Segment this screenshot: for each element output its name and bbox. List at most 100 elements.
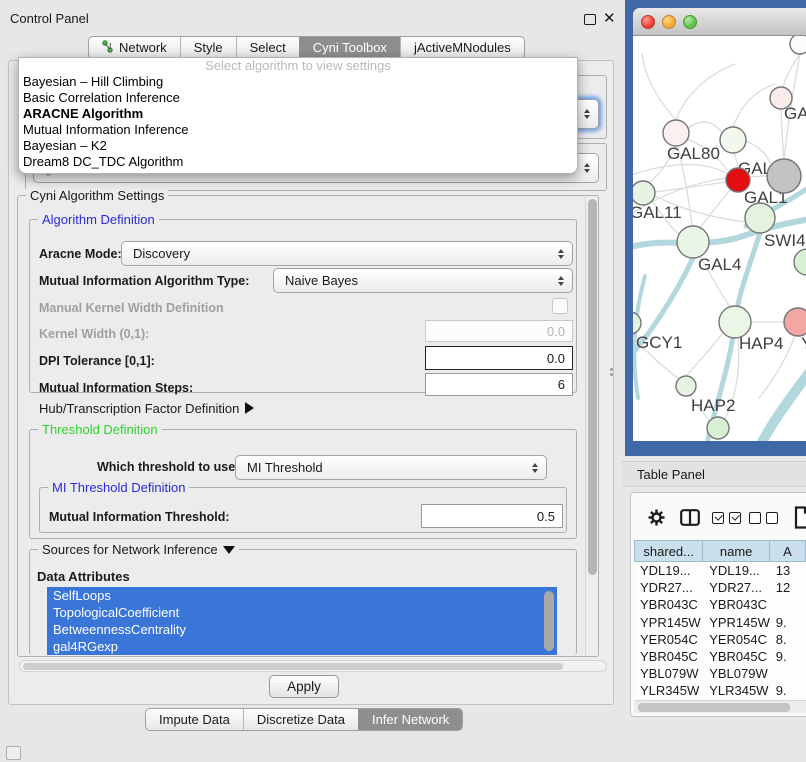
algorithm-option[interactable]: Mutual Information Inference (19, 122, 577, 138)
settings-horizontal-scrollbar-thumb[interactable] (23, 663, 563, 670)
panel-title: Control Panel (10, 11, 89, 26)
tab-style[interactable]: Style (180, 37, 236, 58)
network-node-label: GCY1 (636, 333, 682, 352)
tab-network[interactable]: Network (89, 37, 180, 58)
aracne-mode-value: Discovery (133, 246, 190, 261)
column-header-name[interactable]: name (703, 540, 770, 562)
network-edge[interactable] (676, 64, 735, 120)
table-row[interactable]: YDR27...YDR27...12 (634, 579, 806, 596)
table-cell: 9. (770, 615, 806, 630)
minimize-traffic-light-icon[interactable] (662, 15, 676, 29)
algorithm-dropdown-popup: Select algorithm to view settings Bayesi… (18, 57, 578, 174)
network-node[interactable] (790, 36, 806, 54)
mi-threshold-field[interactable]: 0.5 (421, 504, 563, 528)
settings-horizontal-scrollbar[interactable] (19, 660, 607, 672)
kernel-width-field[interactable]: 0.0 (425, 320, 573, 342)
network-node[interactable] (794, 249, 806, 275)
close-traffic-light-icon[interactable] (641, 15, 655, 29)
document-icon[interactable] (794, 506, 806, 534)
zoom-traffic-light-icon[interactable] (683, 15, 697, 29)
table-cell: YBR045C (634, 649, 703, 664)
sources-group-title[interactable]: Sources for Network Inference (38, 542, 239, 557)
table-horizontal-scrollbar[interactable] (634, 700, 806, 713)
gear-icon[interactable] (647, 508, 666, 532)
kernel-width-label: Kernel Width (0,1): (39, 327, 149, 341)
table-cell: YLR345W (703, 683, 770, 698)
hide-selected-checkboxes-icon[interactable] (749, 512, 778, 524)
float-window-icon[interactable] (584, 14, 596, 25)
table-row[interactable]: YDL19...YDL19...13 (634, 562, 806, 579)
network-edge[interactable] (688, 122, 722, 133)
splitter-grip[interactable] (609, 366, 614, 377)
hub-definition-expander[interactable]: Hub/Transcription Factor Definition (39, 401, 254, 416)
network-node-label: SWI4 (764, 231, 806, 250)
network-edge[interactable] (633, 164, 728, 176)
algorithm-option[interactable]: Basic Correlation Inference (19, 90, 577, 106)
tab-discretize-data[interactable]: Discretize Data (243, 709, 358, 730)
network-node[interactable] (720, 127, 746, 153)
network-edge[interactable] (686, 334, 722, 376)
show-selected-checkboxes-icon[interactable] (712, 512, 741, 524)
manual-kernel-checkbox[interactable] (552, 298, 568, 314)
algorithm-option[interactable]: Dream8 DC_TDC Algorithm (19, 154, 577, 170)
attribute-list-item[interactable]: SelfLoops (47, 587, 557, 604)
column-header-shared-name[interactable]: shared... (634, 540, 703, 562)
tab-infer-network[interactable]: Infer Network (358, 709, 462, 730)
network-canvas[interactable]: GALGAL80GAL10GAL1GAL11SWI4GAL4GCY1HAP4YH… (633, 36, 806, 441)
attribute-list-item[interactable]: gal4RGexp (47, 638, 557, 655)
network-node[interactable] (677, 226, 709, 258)
collapsed-panel-icon[interactable] (6, 746, 21, 760)
network-node[interactable] (707, 417, 729, 439)
data-attributes-list[interactable]: SelfLoopsTopologicalCoefficientBetweenne… (47, 587, 557, 656)
tab-cyni-toolbox[interactable]: Cyni Toolbox (299, 37, 400, 58)
table-row[interactable]: YBL079WYBL079W (634, 665, 806, 682)
mi-steps-field[interactable]: 6 (425, 373, 573, 396)
table-cell: YBR043C (703, 597, 770, 612)
expander-collapsed-icon (245, 402, 254, 414)
network-node[interactable] (767, 159, 801, 193)
network-node[interactable] (633, 312, 641, 334)
attribute-list-item[interactable]: TopologicalCoefficient (47, 604, 557, 621)
network-edge[interactable] (761, 370, 806, 441)
network-node[interactable] (784, 308, 806, 336)
network-node[interactable] (663, 120, 689, 146)
top-tab-bar: Network Style Select Cyni Toolbox jActiv… (88, 36, 525, 59)
column-header-partial[interactable]: A (770, 540, 806, 562)
which-threshold-combobox[interactable]: MI Threshold (235, 455, 547, 480)
algorithm-option[interactable]: ARACNE Algorithm (19, 106, 577, 122)
tab-impute-data[interactable]: Impute Data (146, 709, 243, 730)
close-icon[interactable]: ✕ (603, 9, 616, 27)
network-edge[interactable] (700, 190, 730, 228)
algorithm-option[interactable]: Bayesian – Hill Climbing (19, 74, 577, 90)
table-row[interactable]: YPR145WYPR145W9. (634, 614, 806, 631)
network-edge[interactable] (642, 54, 676, 120)
network-node[interactable] (745, 203, 775, 233)
table-cell: YER054C (703, 632, 770, 647)
settings-scrollbar-thumb[interactable] (588, 199, 597, 575)
table-row[interactable]: YLR345WYLR345W9. (634, 682, 806, 699)
network-node[interactable] (676, 376, 696, 396)
table-cell: YPR145W (634, 615, 703, 630)
settings-scrollbar[interactable] (585, 197, 598, 655)
network-node-label: HAP2 (691, 396, 735, 415)
network-edge[interactable] (733, 84, 775, 127)
table-row[interactable]: YBR045CYBR045C9. (634, 648, 806, 665)
dpi-tolerance-field[interactable]: 0.0 (425, 346, 573, 370)
network-edge[interactable] (655, 182, 726, 192)
aracne-mode-label: Aracne Mode: (39, 247, 122, 261)
table-horizontal-scrollbar-thumb[interactable] (638, 703, 790, 712)
aracne-mode-combobox[interactable]: Discovery (121, 241, 573, 266)
split-columns-icon[interactable] (680, 509, 700, 531)
table-row[interactable]: YBR043CYBR043C (634, 596, 806, 613)
attributes-list-scrollbar-thumb[interactable] (544, 591, 554, 651)
network-node[interactable] (633, 181, 655, 205)
node-table: shared... name A YDL19...YDL19...13YDR27… (634, 540, 806, 700)
apply-button[interactable]: Apply (269, 675, 339, 698)
mi-type-combobox[interactable]: Naive Bayes (273, 268, 573, 293)
network-window-titlebar[interactable] (633, 8, 806, 36)
algorithm-option[interactable]: Bayesian – K2 (19, 138, 577, 154)
attribute-list-item[interactable]: BetweennessCentrality (47, 621, 557, 638)
table-row[interactable]: YER054CYER054C8. (634, 631, 806, 648)
tab-jactivemnodules[interactable]: jActiveMNodules (400, 37, 524, 58)
tab-select[interactable]: Select (236, 37, 299, 58)
